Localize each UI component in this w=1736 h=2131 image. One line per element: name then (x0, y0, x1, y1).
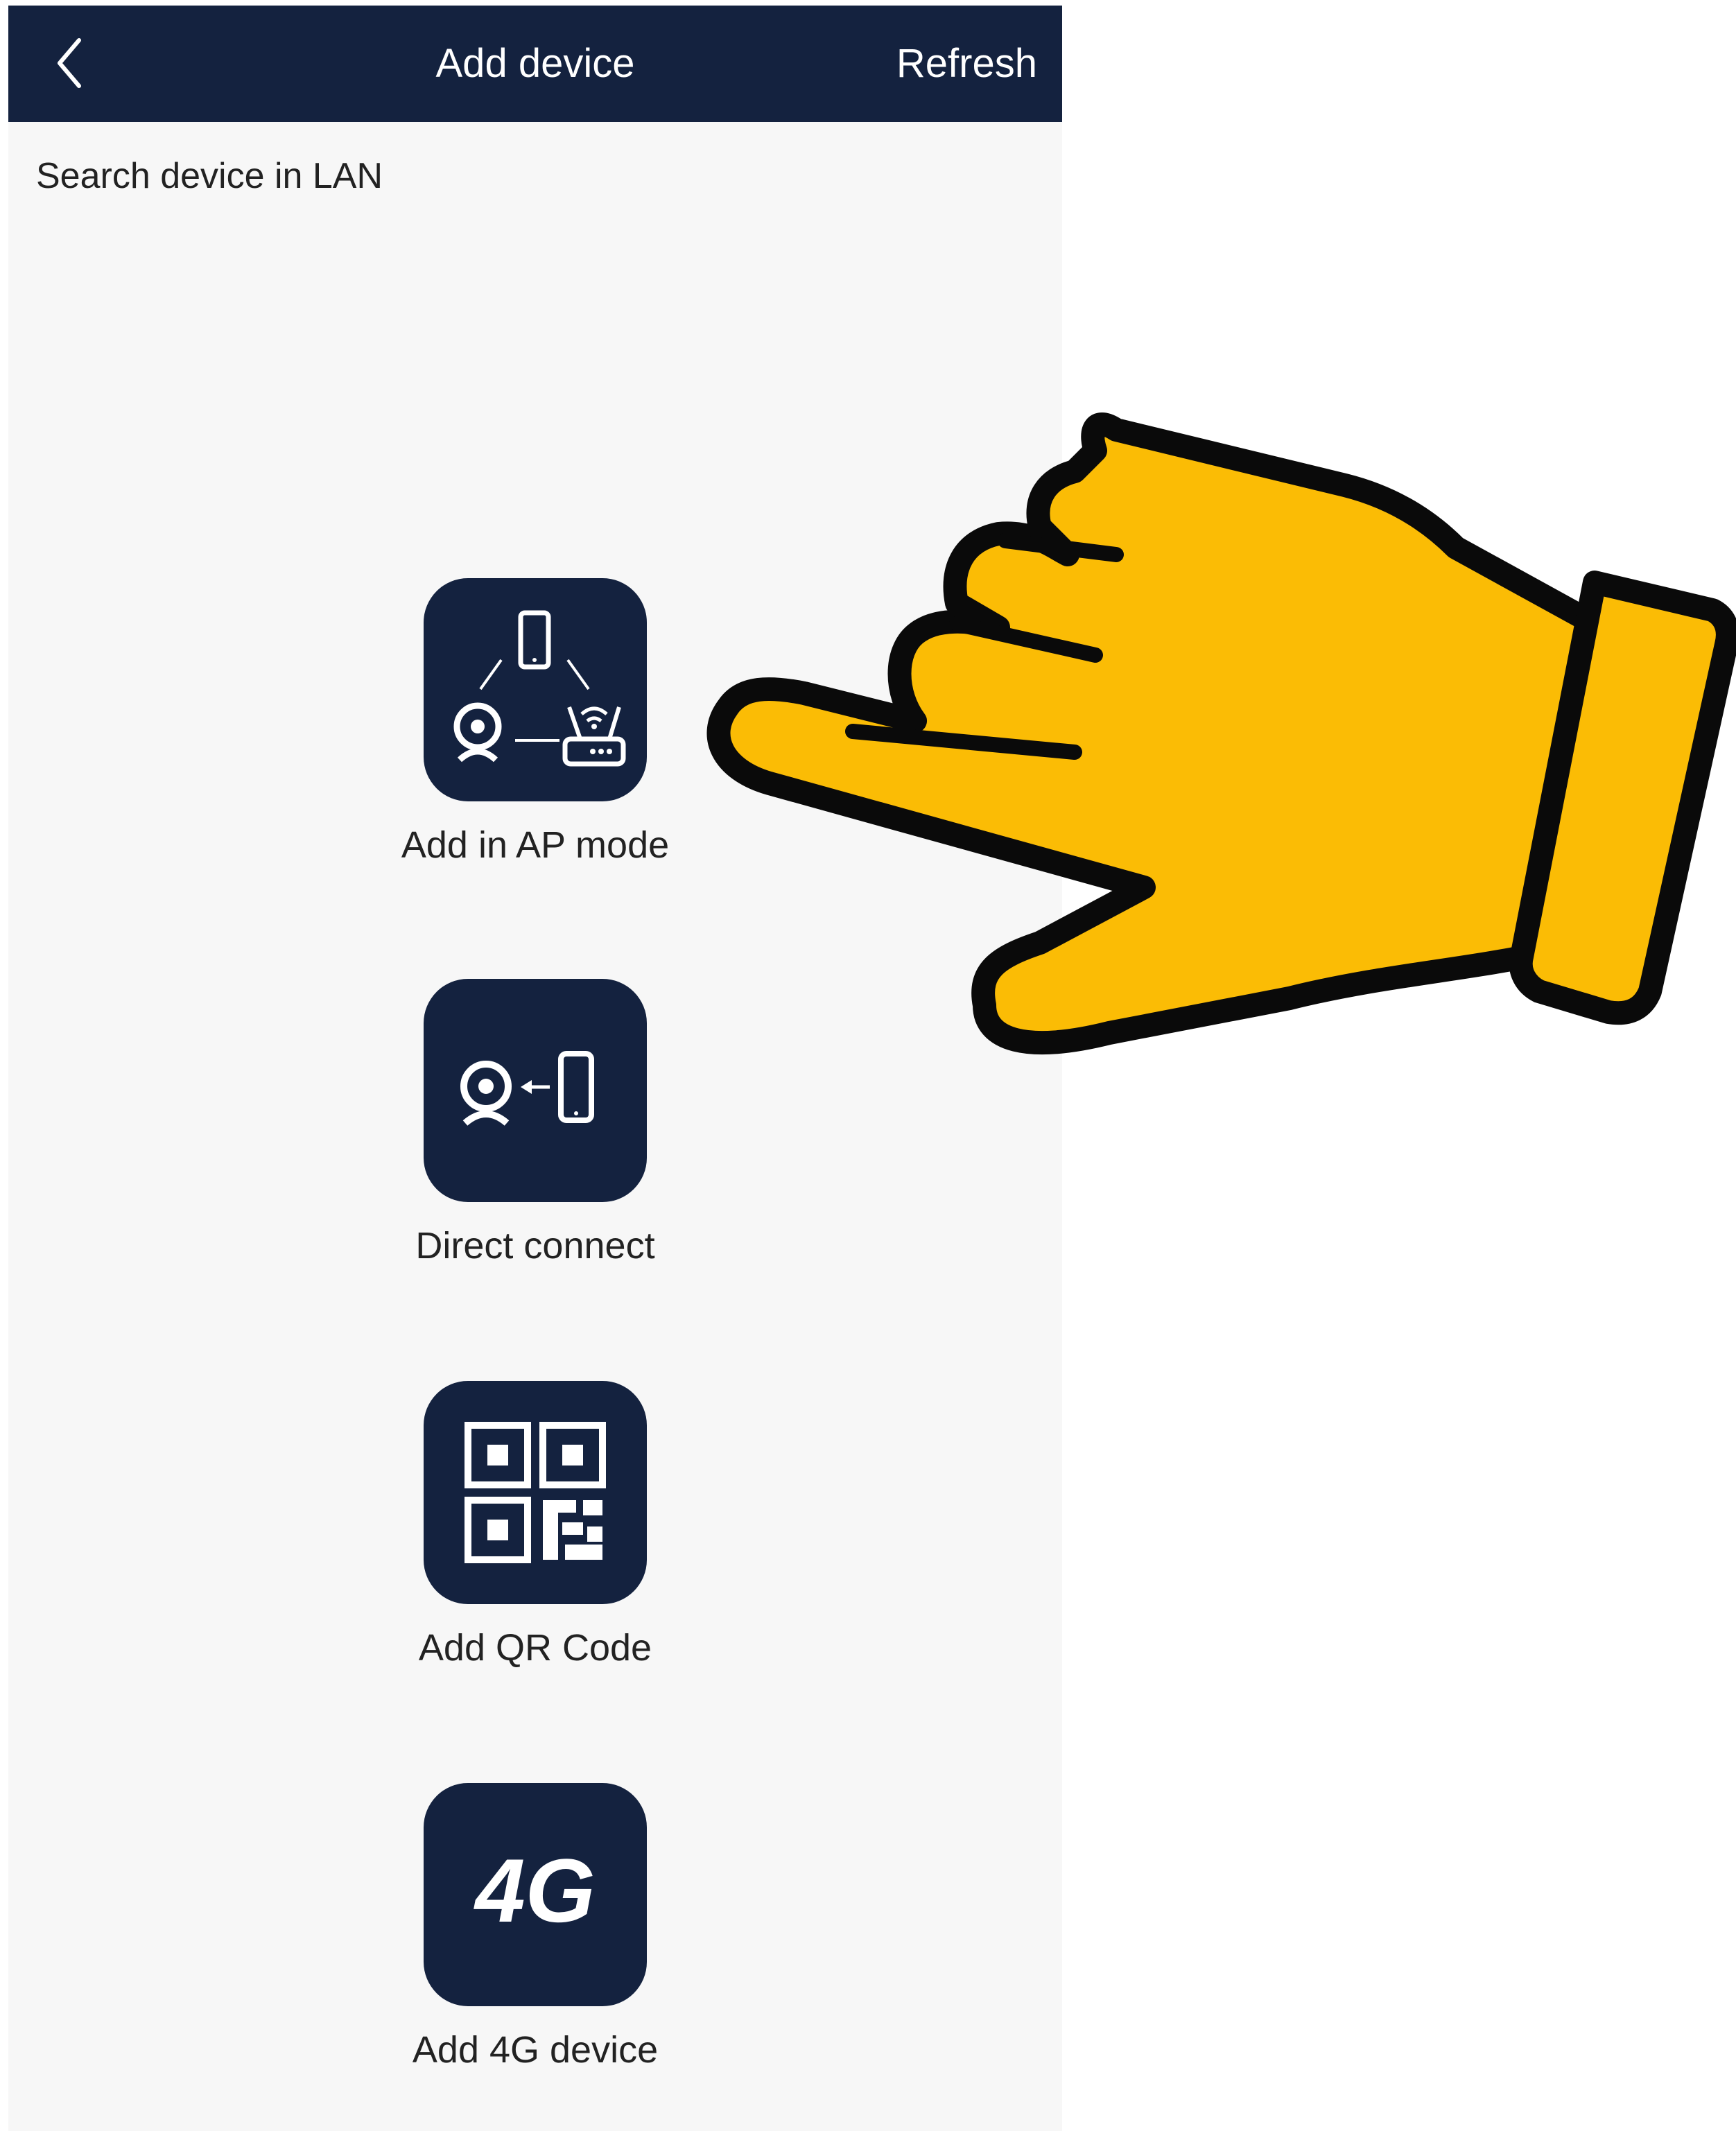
add-4g-device-button[interactable]: 4G Add 4G device (258, 1783, 813, 2074)
option-label: Add in AP mode (401, 824, 670, 866)
option-label: Add 4G device (412, 2029, 659, 2071)
option-label: Add QR Code (418, 1627, 652, 1669)
direct-connect-button[interactable]: Direct connect (258, 979, 813, 1270)
option-label: Direct connect (415, 1225, 655, 1267)
add-qr-code-button[interactable]: Add QR Code (258, 1381, 813, 1672)
svg-text:4G: 4G (473, 1840, 595, 1941)
search-lan-label: Search device in LAN (36, 156, 383, 196)
ap-mode-icon (424, 578, 647, 801)
qr-code-icon (424, 1381, 647, 1604)
refresh-button[interactable]: Refresh (896, 36, 1037, 92)
phone-screen: Add device Refresh Search device in LAN (8, 6, 1062, 2131)
app-header: Add device Refresh (8, 6, 1062, 122)
direct-connect-icon (424, 979, 647, 1202)
add-ap-mode-button[interactable]: Add in AP mode (258, 578, 813, 869)
4g-icon: 4G (424, 1783, 647, 2006)
